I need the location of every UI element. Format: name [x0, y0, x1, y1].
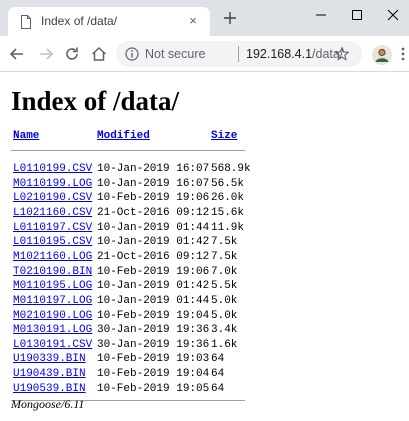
reload-icon[interactable]: [63, 45, 81, 63]
file-name-link[interactable]: T0210190.BIN: [13, 266, 92, 278]
file-name-link[interactable]: L0110195.CSV: [13, 236, 92, 248]
back-arrow-icon[interactable]: [8, 45, 26, 63]
file-size: 56.5k: [211, 177, 245, 190]
file-name-link[interactable]: M0110195.LOG: [13, 280, 92, 292]
file-name-link[interactable]: U190439.BIN: [13, 368, 86, 380]
file-modified: 10-Jan-2019 16:07: [97, 163, 210, 175]
tab-close-icon[interactable]: ×: [184, 12, 202, 30]
sort-by-modified-link[interactable]: Modified: [97, 130, 150, 142]
header-divider: [11, 150, 245, 151]
browser-toolbar: Not secure 192.168.4.1/data/: [0, 36, 409, 72]
file-size: 26.0k: [211, 192, 245, 205]
file-modified: 21-Oct-2016 09:12: [97, 206, 210, 219]
address-bar[interactable]: Not secure 192.168.4.1/data/: [116, 41, 362, 67]
omnibox-separator: [238, 46, 239, 62]
column-header-modified: Modified: [97, 130, 150, 144]
file-name-link[interactable]: U190339.BIN: [13, 353, 86, 365]
file-modified: 10-Jan-2019 01:44: [97, 294, 210, 307]
file-modified: 10-Jan-2019 01:44: [97, 221, 210, 234]
file-size: 64: [211, 353, 225, 366]
minimize-icon[interactable]: [306, 5, 336, 25]
file-name-link[interactable]: L0210190.CSV: [13, 192, 92, 204]
file-size: 64: [211, 382, 225, 395]
file-size: 15.6k: [211, 206, 245, 219]
file-name-link[interactable]: L1021160.CSV: [13, 207, 92, 219]
file-modified: 10-Feb-2019 19:03: [97, 353, 210, 366]
file-modified: 21-Oct-2016 09:12: [97, 250, 210, 263]
maximize-icon[interactable]: [342, 5, 372, 25]
plus-icon[interactable]: [222, 10, 238, 26]
forward-arrow-icon[interactable]: [37, 45, 55, 63]
file-modified: 10-Feb-2019 19:06: [97, 192, 210, 205]
file-size: 11.9k: [211, 221, 245, 234]
sort-by-size-link[interactable]: Size: [211, 130, 237, 142]
file-modified: 10-Jan-2019 01:42: [97, 280, 210, 293]
file-modified: 30-Jan-2019 19:36: [97, 324, 210, 337]
home-icon[interactable]: [90, 45, 108, 63]
file-modified: 10-Feb-2019 19:04: [97, 368, 210, 381]
server-signature: Mongoose/6.11: [11, 397, 85, 411]
file-size: 7.5k: [211, 236, 238, 249]
column-header-name: Name: [13, 130, 39, 144]
file-modified: 10-Jan-2019 01:42: [97, 236, 210, 249]
page-title: Index of /data/: [11, 86, 180, 116]
file-name-link[interactable]: L0130191.CSV: [13, 339, 92, 351]
page-content: Index of /data/ Name Modified Size L0110…: [0, 72, 409, 421]
file-size: 568.9k: [211, 163, 251, 175]
file-size: 7.0k: [211, 265, 238, 278]
file-size: 64: [211, 368, 225, 381]
file-name-link[interactable]: L0110199.CSV: [13, 163, 92, 175]
page-icon: [21, 15, 31, 29]
file-modified: 10-Feb-2019 19:05: [97, 382, 210, 395]
file-name-link[interactable]: U190539.BIN: [13, 383, 86, 395]
file-size: 7.5k: [211, 250, 238, 263]
file-name-link[interactable]: M0110199.LOG: [13, 178, 92, 190]
sort-by-name-link[interactable]: Name: [13, 130, 39, 142]
star-icon[interactable]: [334, 46, 350, 62]
avatar[interactable]: [372, 45, 392, 65]
file-size: 5.0k: [211, 294, 238, 307]
file-modified: 10-Jan-2019 16:07: [97, 177, 210, 190]
tab-index-of-data[interactable]: Index of /data/ ×: [8, 7, 210, 36]
url-text[interactable]: 192.168.4.1/data/: [246, 47, 343, 61]
tab-title: Index of /data/: [41, 14, 118, 28]
file-modified: 30-Jan-2019 19:36: [97, 338, 210, 351]
file-modified: 10-Feb-2019 19:04: [97, 309, 210, 322]
file-name-link[interactable]: M0110197.LOG: [13, 295, 92, 307]
close-icon[interactable]: [378, 5, 408, 25]
file-size: 1.6k: [211, 338, 238, 351]
security-label: Not secure: [145, 47, 206, 61]
file-size: 5.0k: [211, 309, 238, 322]
file-name-link[interactable]: L0110197.CSV: [13, 222, 92, 234]
column-header-size: Size: [211, 130, 237, 144]
kebab-menu-icon[interactable]: [400, 46, 406, 62]
file-name-link[interactable]: M1021160.LOG: [13, 251, 92, 263]
file-size: 3.4k: [211, 324, 238, 337]
info-icon[interactable]: [125, 47, 139, 61]
file-name-link[interactable]: M0130191.LOG: [13, 324, 92, 336]
file-name-link[interactable]: M0210190.LOG: [13, 310, 92, 322]
tab-strip: Index of /data/ ×: [0, 0, 409, 36]
file-size: 5.5k: [211, 280, 238, 293]
file-modified: 10-Feb-2019 19:06: [97, 265, 210, 278]
url-host: 192.168.4.1: [246, 47, 313, 61]
